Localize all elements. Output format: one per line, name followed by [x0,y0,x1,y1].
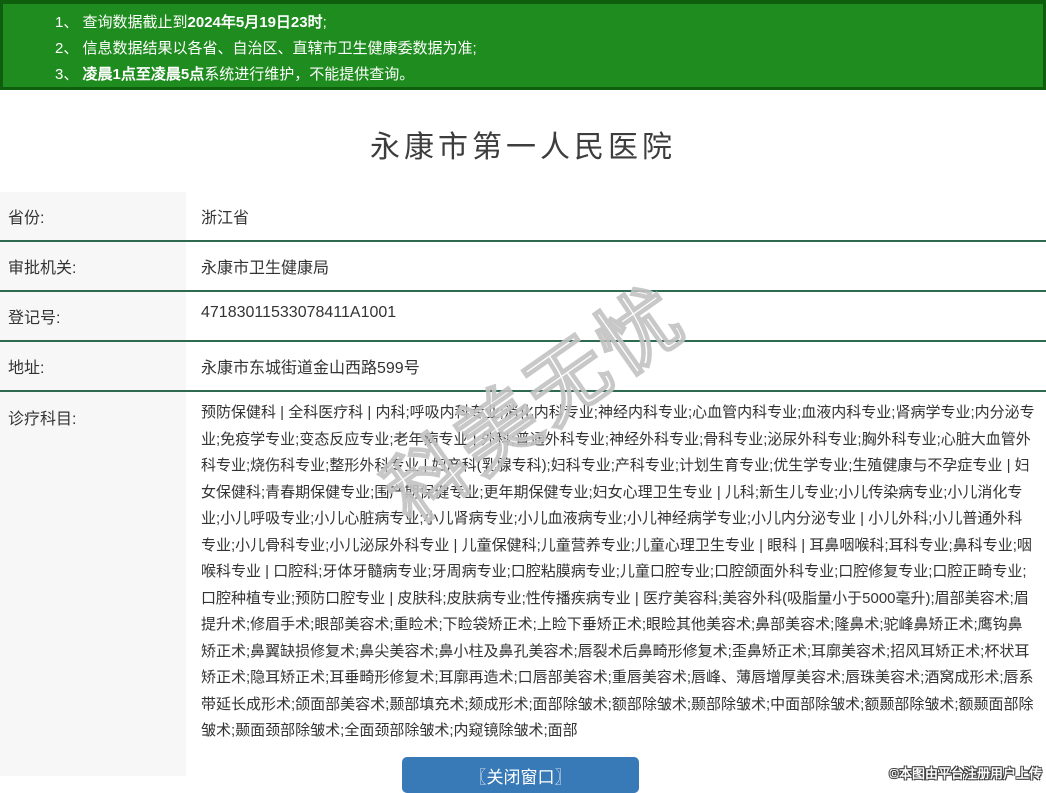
row-value-medical-departments: 预防保健科 | 全科医疗科 | 内科;呼吸内科专业;消化内科专业;神经内科专业;… [201,404,1035,739]
row-label-medical-departments: 诊疗科目: [0,392,186,776]
page-title: 永康市第一人民医院 [370,131,676,164]
notice-banner: 1、 查询数据截止到2024年5月19日23时; 2、 信息数据结果以各省、自治… [0,0,1046,90]
notice-3-bold: 凌晨1点至凌晨5点 [82,66,205,83]
table-row-medical-departments: 诊疗科目: 预防保健科 | 全科医疗科 | 内科;呼吸内科专业;消化内科专业;神… [0,392,1046,776]
row-value-registration-number: 47183011533078411A1001 [201,304,397,321]
notice-1-tail: ; [322,14,327,31]
table-row-registration-number: 登记号: 47183011533078411A1001 [0,292,1046,342]
notice-3-tail: 系统进行维护，不能提供查询。 [204,66,415,83]
notice-2-text: 2、 信息数据结果以各省、自治区、直辖市卫生健康委数据为准; [55,40,477,57]
table-row-approval-authority: 审批机关: 永康市卫生健康局 [0,242,1046,292]
row-value-province: 浙江省 [201,210,250,227]
row-value-approval-authority: 永康市卫生健康局 [201,260,330,277]
table-row-address: 地址: 永康市东城街道金山西路599号 [0,342,1046,392]
close-window-button[interactable]: 〖关闭窗口〗 [402,757,639,793]
hospital-info-table: 省份: 浙江省 审批机关: 永康市卫生健康局 登记号: 471830115330… [0,192,1046,776]
notice-line-2: 2、 信息数据结果以各省、自治区、直辖市卫生健康委数据为准; [55,36,1033,62]
notice-1-text: 1、 查询数据截止到 [55,14,188,31]
notice-1-bold: 2024年5月19日23时 [187,14,323,31]
row-label-approval-authority: 审批机关: [0,242,186,290]
copyright-stamp: ©本图由平台注册用户上传 [889,766,1042,781]
row-label-registration-number: 登记号: [0,292,186,340]
notice-3-text: 3、 [55,66,83,83]
notice-line-3: 3、 凌晨1点至凌晨5点系统进行维护，不能提供查询。 [55,62,1033,88]
row-label-province: 省份: [0,192,186,240]
row-label-address: 地址: [0,342,186,390]
row-value-address: 永康市东城街道金山西路599号 [201,360,420,377]
notice-line-1: 1、 查询数据截止到2024年5月19日23时; [55,10,1033,36]
table-row-province: 省份: 浙江省 [0,192,1046,242]
